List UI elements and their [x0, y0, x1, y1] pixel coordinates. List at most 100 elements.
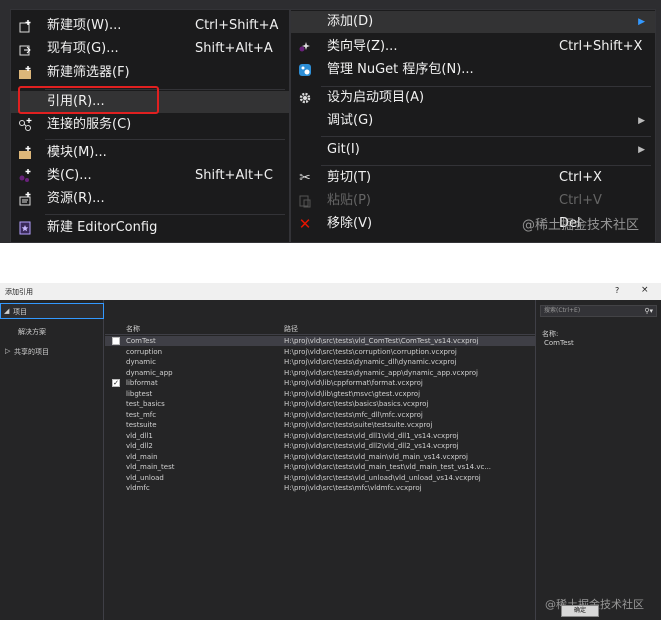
table-row[interactable]: vld_dll2 H:\proj\vld\src\tests\vld_dll2\v…: [105, 441, 535, 451]
project-path: H:\proj\vld\lib\cppformat\format.vcxproj: [284, 379, 423, 387]
project-name: vld_unload: [126, 473, 164, 482]
project-name: corruption: [126, 347, 163, 356]
new-item-icon: [17, 18, 33, 34]
project-path: H:\proj\vld\src\tests\corruption\corrupt…: [284, 347, 457, 356]
checked-checkbox[interactable]: ✓: [112, 379, 120, 387]
table-row[interactable]: dynamic_app H:\proj\vld\src\tests\dynamic…: [105, 368, 535, 378]
project-name: dynamic: [126, 358, 156, 366]
project-name: vld_main: [126, 452, 158, 461]
table-row[interactable]: vld_main H:\proj\vld\src\tests\vld_main\v…: [105, 452, 535, 462]
menu-item-resource[interactable]: 资源(R)...: [11, 188, 289, 210]
class-wizard-icon: [297, 39, 313, 55]
menu-item-paste[interactable]: 粘贴(P) Ctrl+V: [291, 190, 655, 212]
table-row[interactable]: ✓ libformat H:\proj\vld\lib\cppformat\form…: [105, 378, 535, 388]
category-pane: ◢ 项目 解决方案 ▷ 共享的项目: [0, 300, 104, 620]
menu-item-existing-item[interactable]: 现有项(G)... Shift+Alt+A: [11, 38, 289, 60]
submenu-arrow-icon: ▶: [638, 145, 645, 155]
gear-icon: [297, 90, 313, 106]
detail-name-label: 名称:: [542, 330, 559, 338]
project-name: libformat: [126, 379, 158, 387]
project-path: H:\proj\vld\src\tests\vld_dll1\vld_dll1_…: [284, 431, 459, 440]
close-button[interactable]: ×: [641, 285, 649, 295]
remove-icon: ✕: [298, 215, 312, 233]
menu-item-set-startup[interactable]: 设为启动项目(A): [291, 87, 655, 109]
project-path: H:\proj\vld\src\tests\mfc\vldmfc.vcxproj: [284, 484, 422, 492]
menu-item-cut[interactable]: ✂ 剪切(T) Ctrl+X: [291, 167, 655, 189]
project-path: H:\proj\vld\src\tests\dynamic_dll\dynami…: [284, 358, 457, 366]
project-path: H:\proj\vld\lib\gtest\msvc\gtest.vcxproj: [284, 389, 421, 398]
ok-button[interactable]: 确定: [561, 605, 599, 617]
menu-item-manage-nuget[interactable]: 管理 NuGet 程序包(N)...: [291, 59, 655, 81]
project-path: H:\proj\vld\src\tests\suite\testsuite.vc…: [284, 421, 433, 429]
project-path: H:\proj\vld\src\tests\dynamic_app\dynami…: [284, 368, 478, 377]
project-name: vld_main_test: [126, 463, 175, 471]
table-row[interactable]: vldmfc H:\proj\vld\src\tests\mfc\vldmfc.v…: [105, 483, 535, 493]
column-name-header[interactable]: 名称: [126, 324, 140, 334]
list-header: 名称 路径: [105, 321, 535, 335]
menu-separator: [321, 165, 651, 166]
spacer: [0, 243, 661, 283]
menu-separator: [321, 136, 651, 137]
category-solution[interactable]: 解决方案: [18, 327, 46, 337]
search-icon[interactable]: ⚲▾: [644, 306, 653, 316]
menu-item-connected-services[interactable]: 连接的服务(C): [11, 114, 289, 136]
module-icon: [17, 145, 33, 161]
menu-separator: [45, 214, 285, 215]
project-name: dynamic_app: [126, 368, 173, 377]
table-row[interactable]: vld_dll1 H:\proj\vld\src\tests\vld_dll1\v…: [105, 431, 535, 441]
menu-item-new-filter[interactable]: 新建筛选器(F): [11, 62, 289, 84]
reference-highlight-box: [18, 86, 159, 114]
category-shared-projects[interactable]: 共享的项目: [14, 347, 49, 357]
detail-name-value: ComTest: [544, 339, 574, 347]
project-name: libgtest: [126, 389, 153, 398]
dialog-titlebar: 添加引用 ? ×: [0, 283, 661, 300]
add-submenu: 新建项(W)... Ctrl+Shift+A 现有项(G)... Shift+A…: [10, 9, 290, 243]
table-row[interactable]: ComTest H:\proj\vld\src\tests\vld_ComTest…: [105, 336, 535, 346]
project-name: vldmfc: [126, 484, 150, 492]
project-context-menu: 添加(D) ▶ 类向导(Z)... Ctrl+Shift+X 管理 NuGet …: [290, 9, 656, 243]
table-row[interactable]: testsuite H:\proj\vld\src\tests\suite\tes…: [105, 420, 535, 430]
table-row[interactable]: corruption H:\proj\vld\src\tests\corrupti…: [105, 347, 535, 357]
project-name: vld_dll1: [126, 431, 153, 440]
project-name: vld_dll2: [126, 442, 153, 450]
help-button[interactable]: ?: [615, 286, 619, 295]
category-projects[interactable]: ◢ 项目: [0, 303, 104, 319]
menu-item-module[interactable]: 模块(M)...: [11, 142, 289, 164]
menu-item-new-item[interactable]: 新建项(W)... Ctrl+Shift+A: [11, 15, 289, 37]
class-icon: [17, 168, 33, 184]
table-row[interactable]: vld_main_test H:\proj\vld\src\tests\vld_m…: [105, 462, 535, 472]
dialog-title: 添加引用: [5, 288, 33, 296]
context-menu-screenshot: 新建项(W)... Ctrl+Shift+A 现有项(G)... Shift+A…: [0, 0, 661, 243]
project-path: H:\proj\vld\src\tests\vld_dll2\vld_dll2_…: [284, 442, 459, 450]
nuget-icon: [297, 62, 313, 78]
project-name: test_mfc: [126, 410, 157, 419]
project-path: H:\proj\vld\src\tests\basics\basics.vcxp…: [284, 400, 429, 408]
menu-item-git[interactable]: Git(I) ▶: [291, 139, 655, 161]
collapsed-arrow-icon[interactable]: ▷: [5, 347, 10, 355]
project-name: test_basics: [126, 400, 165, 408]
table-row[interactable]: vld_unload H:\proj\vld\src\tests\vld_unlo…: [105, 473, 535, 483]
table-row[interactable]: libgtest H:\proj\vld\lib\gtest\msvc\gtest…: [105, 389, 535, 399]
project-name: testsuite: [126, 421, 157, 429]
column-path-header[interactable]: 路径: [284, 324, 298, 334]
submenu-arrow-icon: ▶: [638, 116, 645, 126]
menu-separator: [45, 139, 285, 140]
menu-item-add[interactable]: 添加(D) ▶: [291, 11, 655, 33]
menu-item-class[interactable]: 类(C)... Shift+Alt+C: [11, 165, 289, 187]
checkbox[interactable]: [112, 337, 120, 345]
menu-item-class-wizard[interactable]: 类向导(Z)... Ctrl+Shift+X: [291, 36, 655, 58]
project-path: H:\proj\vld\src\tests\vld_ComTest\ComTes…: [284, 337, 479, 345]
menu-item-debug[interactable]: 调试(G) ▶: [291, 110, 655, 132]
project-path: H:\proj\vld\src\tests\vld_unload\vld_unl…: [284, 473, 481, 482]
existing-item-icon: [17, 41, 33, 57]
editorconfig-icon: [17, 220, 33, 236]
menu-item-new-editorconfig[interactable]: 新建 EditorConfig: [11, 217, 289, 239]
detail-pane: 搜索(Ctrl+E) ⚲▾ 名称: ComTest: [535, 300, 661, 620]
scissors-icon: ✂: [299, 170, 311, 186]
table-row[interactable]: dynamic H:\proj\vld\src\tests\dynamic_dll…: [105, 357, 535, 367]
filter-icon: [17, 65, 33, 81]
table-row[interactable]: test_basics H:\proj\vld\src\tests\basics\…: [105, 399, 535, 409]
paste-icon: [297, 193, 313, 209]
search-input[interactable]: 搜索(Ctrl+E) ⚲▾: [540, 305, 657, 317]
table-row[interactable]: test_mfc H:\proj\vld\src\tests\mfc_dll\mf…: [105, 410, 535, 420]
